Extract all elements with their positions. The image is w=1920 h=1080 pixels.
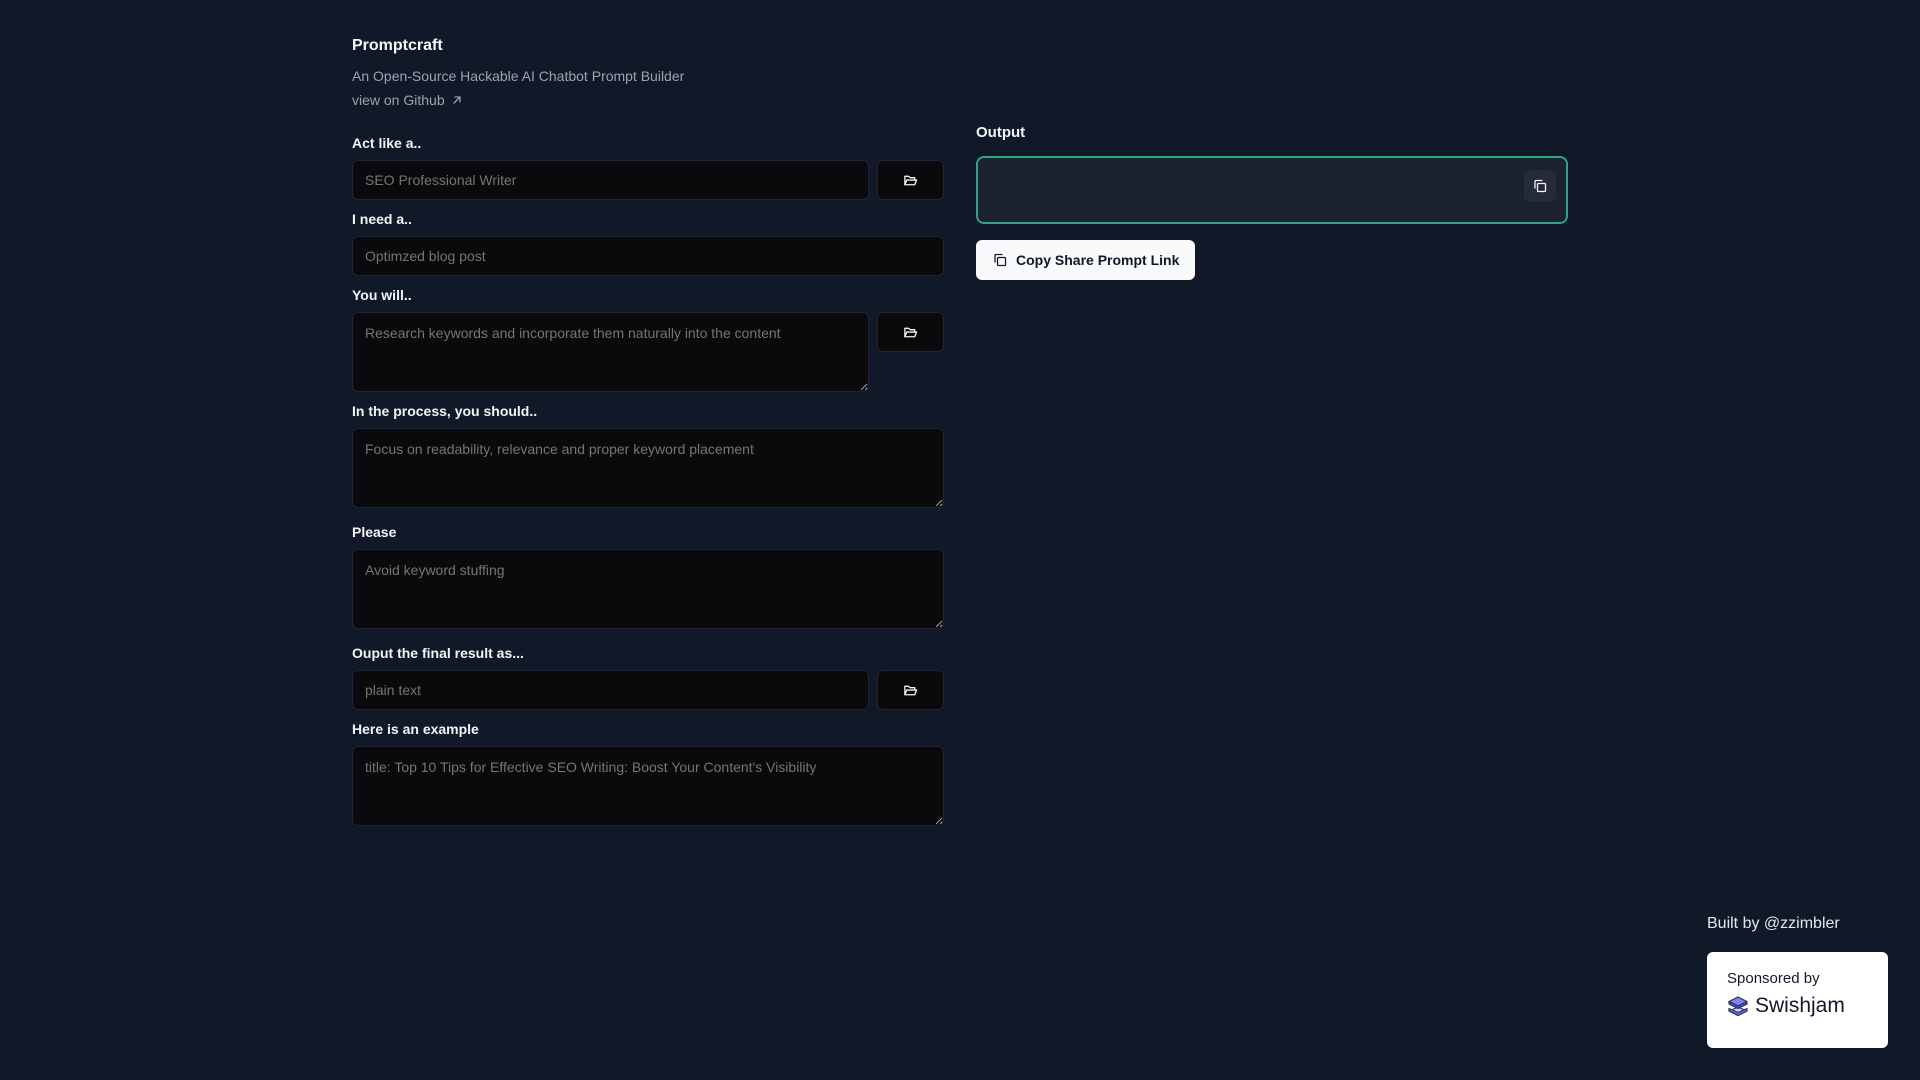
output-as-templates-button[interactable] [877, 670, 944, 710]
prompt-form: Act like a.. I need a.. You will.. In [352, 134, 944, 841]
you-will-templates-button[interactable] [877, 312, 944, 352]
app-subtitle: An Open-Source Hackable AI Chatbot Promp… [352, 68, 685, 84]
sponsor-card[interactable]: Sponsored by Swishjam [1707, 952, 1888, 1048]
i-need-input[interactable] [352, 236, 944, 276]
sponsor-brand: Swishjam [1727, 994, 1868, 1018]
i-need-label: I need a.. [352, 211, 412, 227]
field-please: Please [352, 523, 944, 634]
github-link[interactable]: view on Github [352, 90, 463, 110]
you-will-label: You will.. [352, 287, 412, 303]
copy-output-button[interactable] [1524, 170, 1556, 202]
copy-share-link-button[interactable]: Copy Share Prompt Link [976, 240, 1196, 280]
sponsored-by-label: Sponsored by [1727, 970, 1820, 987]
you-will-textarea[interactable] [352, 312, 869, 392]
field-example: Here is an example [352, 720, 944, 831]
in-process-label: In the process, you should.. [352, 403, 538, 419]
output-as-input[interactable] [352, 670, 869, 710]
field-act-like: Act like a.. [352, 134, 944, 200]
field-in-process: In the process, you should.. [352, 402, 944, 513]
promptcraft-page: Promptcraft An Open-Source Hackable AI C… [0, 0, 1920, 1080]
built-by-credit[interactable]: Built by @zzimbler [1707, 914, 1840, 934]
arrow-up-right-icon [452, 96, 461, 104]
output-box[interactable] [976, 156, 1568, 224]
folder-open-icon [904, 175, 918, 185]
act-like-label: Act like a.. [352, 135, 422, 151]
app-title: Promptcraft [352, 37, 443, 54]
act-like-input[interactable] [352, 160, 869, 200]
sponsor-name: Swishjam [1755, 994, 1845, 1017]
copy-icon [994, 253, 1007, 267]
field-i-need: I need a.. [352, 210, 944, 276]
stacked-layers-icon [1728, 996, 1748, 1017]
header: Promptcraft An Open-Source Hackable AI C… [352, 36, 684, 110]
example-label: Here is an example [352, 721, 479, 737]
github-link-label: view on Github [352, 92, 445, 108]
output-label: Output [976, 124, 1026, 141]
output-panel: Output Copy Share Prompt Link [976, 124, 1568, 280]
folder-open-icon [904, 327, 918, 337]
output-as-label: Ouput the final result as... [352, 645, 524, 661]
example-textarea[interactable] [352, 746, 944, 826]
copy-icon [1534, 179, 1547, 193]
field-output-as: Ouput the final result as... [352, 644, 944, 710]
please-textarea[interactable] [352, 549, 944, 629]
copy-share-link-label: Copy Share Prompt Link [1016, 252, 1180, 268]
please-label: Please [352, 524, 397, 540]
in-process-textarea[interactable] [352, 428, 944, 508]
act-like-templates-button[interactable] [877, 160, 944, 200]
field-you-will: You will.. [352, 286, 944, 392]
folder-open-icon [904, 685, 918, 695]
